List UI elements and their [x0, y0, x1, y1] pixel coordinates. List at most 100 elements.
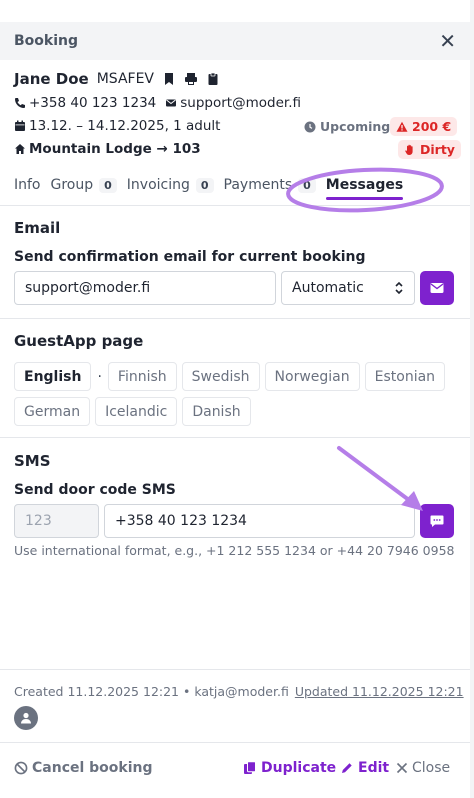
room-row: Mountain Lodge → 103 — [14, 141, 201, 157]
section-divider — [0, 669, 470, 670]
cleaning-badge-label: Dirty — [420, 142, 455, 157]
updated-link[interactable]: Updated 11.12.2025 12:21 — [295, 684, 464, 699]
language-label: German — [24, 403, 81, 420]
language-german[interactable]: German — [14, 397, 91, 426]
calendar-icon — [15, 120, 25, 131]
clipboard-icon[interactable] — [206, 72, 220, 86]
cancel-booking-button[interactable]: Cancel booking — [14, 760, 153, 776]
email-mode-select[interactable]: Automatic — [281, 271, 415, 305]
balance-badge[interactable]: 200 € — [390, 117, 458, 136]
copy-icon — [244, 761, 256, 774]
tab-group[interactable]: Group 0 — [51, 177, 117, 193]
sms-section-title: SMS — [14, 452, 51, 470]
tab-count: 0 — [195, 177, 214, 193]
message-icon — [430, 515, 444, 527]
chevron-updown-icon — [395, 281, 403, 295]
email-subtitle: Send confirmation email for current book… — [14, 249, 366, 265]
guest-row: Jane Doe MSAFEV — [14, 70, 220, 88]
edit-button[interactable]: Edit — [340, 760, 389, 776]
warning-icon — [396, 121, 408, 132]
tab-messages[interactable]: Messages — [325, 177, 404, 200]
avatar[interactable] — [14, 706, 38, 730]
language-estonian[interactable]: Estonian — [364, 362, 446, 391]
right-edge — [470, 0, 474, 798]
send-email-button[interactable] — [420, 271, 454, 305]
top-strip — [0, 0, 474, 22]
tab-label: Payments — [223, 177, 293, 193]
language-label: Finnish — [117, 368, 167, 385]
tab-label: Invoicing — [126, 177, 190, 193]
guest-phone[interactable]: +358 40 123 1234 — [29, 95, 156, 111]
close-label: Close — [412, 760, 451, 776]
language-danish[interactable]: Danish — [182, 397, 251, 426]
section-divider — [0, 437, 470, 438]
phone-icon — [15, 98, 25, 108]
status-badge-label: Upcoming — [320, 119, 391, 134]
language-label: Icelandic — [105, 403, 168, 420]
stay-dates: 13.12. – 14.12.2025, 1 adult — [29, 118, 221, 134]
tab-info[interactable]: Info — [14, 177, 41, 193]
status-badge: Upcoming — [298, 117, 396, 136]
guest-email[interactable]: support@moder.fi — [180, 95, 301, 111]
clock-icon — [304, 121, 316, 132]
phone-format-hint: Use international format, e.g., +1 212 5… — [14, 543, 455, 558]
pencil-icon — [342, 763, 352, 773]
cancel-booking-label: Cancel booking — [32, 760, 153, 776]
language-norwegian[interactable]: Norwegian — [264, 362, 360, 391]
language-english[interactable]: English — [14, 362, 92, 391]
send-sms-button[interactable] — [420, 504, 454, 538]
tab-label: Messages — [325, 177, 404, 193]
language-swedish[interactable]: Swedish — [181, 362, 260, 391]
tab-count: 0 — [99, 177, 117, 193]
footer-divider — [0, 742, 470, 743]
ban-icon — [14, 761, 28, 775]
email-section-title: Email — [14, 219, 61, 237]
email-address-input[interactable]: support@moder.fi — [14, 271, 276, 305]
panel-title: Booking — [14, 33, 79, 49]
language-list: English · Finnish Swedish Norwegian Esto… — [14, 362, 464, 426]
guest-name: Jane Doe — [14, 70, 89, 88]
created-info: Created 11.12.2025 12:21 • katja@moder.f… — [14, 684, 289, 699]
balance-badge-label: 200 € — [412, 119, 452, 134]
door-code-placeholder: 123 — [25, 513, 52, 529]
sms-phone-input[interactable]: +358 40 123 1234 — [104, 504, 415, 538]
email-address-value: support@moder.fi — [25, 280, 151, 296]
email-mode-value: Automatic — [292, 280, 364, 296]
tab-payments[interactable]: Payments 0 — [224, 177, 316, 193]
language-label: Norwegian — [274, 368, 350, 385]
tab-count: 0 — [298, 177, 316, 193]
language-icelandic[interactable]: Icelandic — [95, 397, 178, 426]
language-label: English — [24, 368, 82, 385]
duplicate-label: Duplicate — [261, 760, 337, 776]
close-icon[interactable]: ✕ — [439, 31, 456, 51]
bookmark-icon[interactable] — [162, 72, 176, 86]
booking-tabs: Info Group 0 Invoicing 0 Payments 0 Message… — [14, 177, 413, 200]
home-icon — [15, 144, 25, 154]
language-label: Swedish — [191, 368, 250, 385]
booking-panel: Booking ✕ Jane Doe MSAFEV +358 40 123 12… — [0, 0, 474, 798]
language-finnish[interactable]: Finnish — [107, 362, 177, 391]
booking-code: MSAFEV — [96, 71, 154, 87]
room-name[interactable]: Mountain Lodge → 103 — [29, 141, 201, 157]
envelope-icon — [430, 283, 444, 293]
booking-meta: Created 11.12.2025 12:21 • katja@moder.f… — [14, 684, 464, 699]
close-button[interactable]: Close — [396, 760, 450, 776]
hand-icon — [405, 144, 413, 155]
tab-label: Group — [50, 177, 94, 193]
selected-separator: · — [97, 368, 102, 385]
sms-phone-value: +358 40 123 1234 — [115, 513, 247, 529]
panel-header: Booking ✕ — [0, 22, 470, 60]
close-icon — [396, 762, 408, 774]
cleaning-badge[interactable]: Dirty — [398, 140, 461, 159]
printer-icon[interactable] — [184, 72, 198, 86]
edit-label: Edit — [358, 760, 390, 776]
sms-subtitle: Send door code SMS — [14, 482, 176, 498]
door-code-input[interactable]: 123 — [14, 504, 99, 538]
tab-invoicing[interactable]: Invoicing 0 — [127, 177, 214, 193]
tabs-divider — [0, 205, 470, 206]
duplicate-button[interactable]: Duplicate — [243, 760, 336, 776]
tab-label: Info — [14, 177, 41, 193]
envelope-icon — [166, 99, 177, 107]
guestapp-section-title: GuestApp page — [14, 332, 144, 350]
contact-row: +358 40 123 1234 support@moder.fi — [14, 95, 301, 111]
